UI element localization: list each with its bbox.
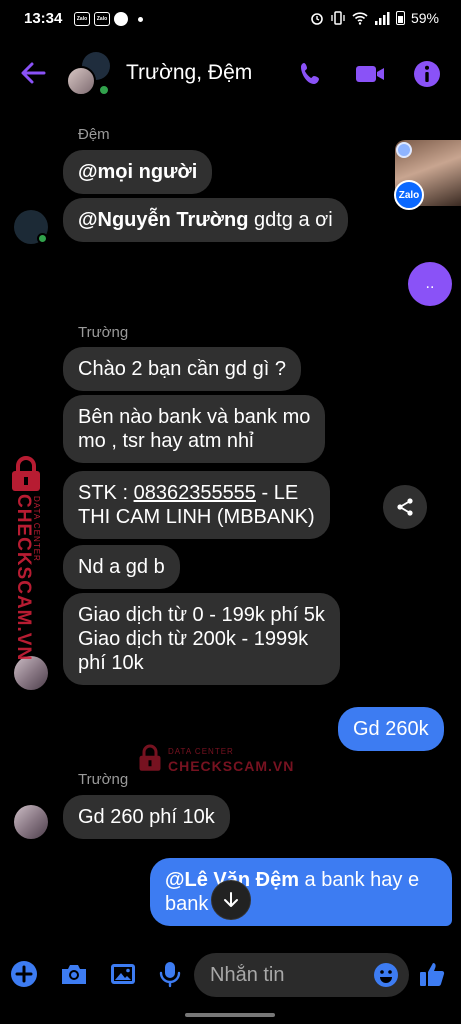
thumbs-up-icon[interactable] (418, 960, 446, 988)
message-text: STK : (78, 482, 134, 504)
vibrate-icon (331, 11, 345, 25)
mention[interactable]: @Nguyễn Trường (78, 209, 248, 231)
lock-icon (139, 744, 161, 771)
message-text: Nd a gd b (78, 556, 165, 578)
watermark-subtitle: DATA CENTER (32, 496, 41, 562)
wifi-icon (352, 12, 368, 25)
chat-head-indicator (396, 142, 412, 158)
gallery-icon[interactable] (108, 960, 138, 988)
battery-percent: 59% (410, 10, 439, 26)
message-text: Gd 260 phí 10k (78, 806, 215, 828)
share-icon (397, 498, 413, 516)
message-text: - LE (255, 482, 299, 504)
phone-call-icon[interactable] (298, 60, 326, 88)
microphone-icon[interactable] (158, 960, 182, 988)
zalo-badge[interactable]: Zalo (394, 180, 424, 210)
my-message-bubble[interactable]: @Lê Văn Đệm a bank hay e bank (150, 858, 452, 926)
status-indicators: 59% (310, 10, 439, 26)
online-status-dot (98, 84, 110, 96)
watermark-subtitle: DATA CENTER (168, 747, 234, 756)
my-message-bubble[interactable]: Gd 260k (338, 707, 444, 751)
message-input[interactable] (210, 953, 370, 997)
info-icon[interactable] (413, 60, 441, 88)
message-line: Giao dịch từ 0 - 199k phí 5k (78, 604, 325, 626)
group-avatar[interactable] (66, 52, 110, 96)
scroll-to-bottom-button[interactable] (211, 880, 251, 920)
more-notifications-icon (138, 16, 143, 22)
zalo-notification-icon: Zalo (74, 12, 90, 26)
status-time: 13:34 (24, 10, 63, 27)
lock-icon (12, 456, 40, 491)
message-line: phí 10k (78, 652, 144, 674)
message-composer (0, 948, 461, 1004)
sender-name: Trường (78, 771, 129, 788)
message-bubble[interactable]: Chào 2 bạn cần gd gì ? (63, 347, 301, 391)
watermark-brand: CHECKSCAM.VN (168, 758, 295, 774)
typing-indicator: .. (408, 262, 452, 306)
watermark-horizontal: DATA CENTER CHECKSCAM.VN (138, 742, 298, 778)
alarm-icon (311, 13, 323, 25)
message-bubble[interactable]: Nd a gd b (63, 545, 180, 589)
message-bubble[interactable]: Gd 260 phí 10k (63, 795, 230, 839)
camera-icon[interactable] (59, 960, 89, 988)
status-notifications: Zalo Zalo (74, 12, 143, 26)
message-line: bank (165, 893, 209, 915)
chat-header: Trường, Đệm (0, 44, 461, 104)
message-field[interactable] (194, 953, 409, 997)
battery-icon (395, 11, 405, 25)
message-line: Bên nào bank và bank mo (78, 406, 311, 428)
message-text: @mọi người (78, 161, 198, 183)
share-button[interactable] (383, 485, 427, 529)
video-call-icon[interactable] (354, 60, 386, 88)
sender-avatar[interactable] (14, 805, 48, 839)
status-bar: 13:34 Zalo Zalo 59% (0, 0, 461, 40)
message-line: THI CAM LINH (MBBANK) (78, 506, 315, 528)
message-line: Giao dịch từ 200k - 1999k (78, 628, 309, 650)
message-bubble[interactable]: Bên nào bank và bank mo mo , tsr hay atm… (63, 395, 326, 463)
message-bubble[interactable]: @Nguyễn Trường gdtg a ơi (63, 198, 348, 242)
sender-avatar[interactable] (14, 210, 48, 244)
message-text: a bank hay e (298, 869, 420, 891)
typing-dots: .. (425, 275, 435, 292)
message-line: mo , tsr hay atm nhỉ (78, 430, 254, 452)
sender-name: Đệm (78, 126, 110, 143)
signal-icon (374, 12, 390, 25)
back-arrow-icon[interactable] (18, 58, 48, 88)
emoji-icon[interactable] (373, 962, 399, 988)
message-text: Gd 260k (353, 718, 429, 740)
zalo-notification-icon: Zalo (94, 12, 110, 26)
chat-title[interactable]: Trường, Đệm (126, 61, 252, 85)
message-text: Chào 2 bạn cần gd gì ? (78, 358, 286, 380)
message-bubble[interactable]: Giao dịch từ 0 - 199k phí 5k Giao dịch t… (63, 593, 340, 685)
online-status-dot (37, 233, 48, 244)
watermark-brand: CHECKSCAM.VN (13, 494, 34, 662)
plus-icon[interactable] (10, 960, 38, 988)
phone-number-link[interactable]: 08362355555 (134, 482, 256, 504)
message-bubble[interactable]: @mọi người (63, 150, 213, 194)
watermark-vertical: CHECKSCAM.VN DATA CENTER (4, 456, 48, 661)
avatar-photo (66, 66, 96, 96)
sender-name: Trường (78, 324, 129, 341)
arrow-down-icon (224, 892, 238, 907)
app-notification-icon (114, 12, 128, 26)
message-bubble[interactable]: STK : 08362355555 - LE THI CAM LINH (MBB… (63, 471, 330, 539)
home-indicator (185, 1013, 275, 1017)
message-text: gdtg a ơi (248, 209, 333, 231)
